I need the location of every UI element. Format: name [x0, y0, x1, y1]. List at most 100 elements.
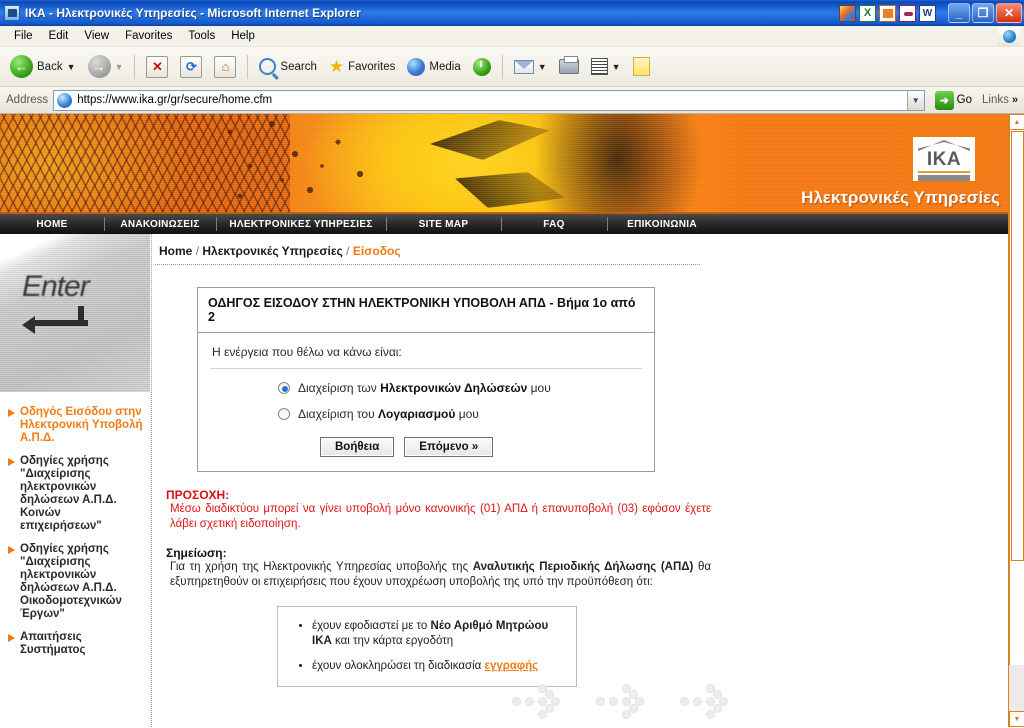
scroll-down-button[interactable]: ▼: [1009, 711, 1024, 727]
next-button[interactable]: Επόμενο »: [404, 437, 494, 457]
scrollbar-track[interactable]: [1009, 130, 1024, 711]
sunflower-petal-shadow-2: [455, 172, 565, 208]
radio-declarations-prefix: Διαχείριση των: [298, 381, 381, 395]
mail-icon: [513, 59, 534, 74]
logo-orange-bar: [918, 171, 970, 174]
office-suite-icon[interactable]: [839, 4, 856, 22]
sidebar-item-guide[interactable]: Οδηγός Εισόδου στην Ηλεκτρονική Υποβολή …: [8, 406, 145, 445]
access-key-icon[interactable]: [899, 4, 916, 22]
address-dropdown-icon[interactable]: ▼: [906, 90, 924, 110]
edit-dropdown-icon[interactable]: ▼: [612, 62, 621, 72]
breadcrumb-home[interactable]: Home: [159, 244, 192, 258]
links-label: Links: [982, 94, 1009, 106]
notes-button[interactable]: [628, 54, 655, 79]
wizard-panel-header: ΟΔΗΓΟΣ ΕΙΣΟΔΟΥ ΣΤΗΝ ΗΛΕΚΤΡΟΝΙΚΗ ΥΠΟΒΟΛΗ …: [198, 288, 654, 333]
page-viewport: IKA Ηλεκτρονικές Υπηρεσίες HOME ΑΝΑΚΟΙΝΩ…: [0, 114, 1008, 727]
refresh-button[interactable]: ⟳: [175, 53, 207, 81]
back-button[interactable]: ← Back ▼: [5, 52, 81, 81]
minimize-button[interactable]: _: [948, 3, 970, 23]
quick-launch-icons: [839, 4, 936, 22]
sidebar-item-instructions-common-label: Οδηγίες χρήσης "Διαχείρισης ηλεκτρονικών…: [20, 455, 117, 532]
scroll-up-button[interactable]: ▲: [1009, 114, 1024, 130]
radio-account-input[interactable]: [278, 408, 290, 420]
scrollbar-lower-track[interactable]: [1009, 665, 1024, 711]
help-button[interactable]: Βοήθεια: [320, 437, 395, 457]
sidebar-item-requirements[interactable]: Απαιτήσεις Συστήματος: [8, 631, 145, 657]
registration-link[interactable]: εγγραφής: [484, 660, 538, 672]
stop-button[interactable]: ✕: [141, 53, 173, 81]
ie-brand-logo: [998, 27, 1020, 46]
attention-title: ΠΡΟΣΟΧΗ:: [166, 488, 230, 502]
search-button[interactable]: Search: [254, 55, 321, 78]
go-button[interactable]: ➜ Go: [930, 90, 977, 111]
radio-declarations-bold: Ηλεκτρονικών Δηλώσεών: [380, 381, 528, 395]
window-title: ΙΚΑ - Ηλεκτρονικές Υπηρεσίες - Microsoft…: [25, 6, 361, 20]
nav-item-eservices[interactable]: ΗΛΕΚΤΡΟΝΙΚΕΣ ΥΠΗΡΕΣΙΕΣ: [216, 214, 386, 234]
banner-subtitle: Ηλεκτρονικές Υπηρεσίες: [801, 188, 1000, 207]
menu-tools[interactable]: Tools: [180, 28, 223, 44]
favorites-button[interactable]: ★ Favorites: [324, 55, 401, 78]
excel-icon[interactable]: [859, 4, 876, 22]
sunflower-dots-texture: [210, 114, 410, 212]
close-button[interactable]: ✕: [996, 3, 1022, 23]
ie-document-icon: [4, 5, 20, 21]
note-title: Σημείωση:: [166, 546, 227, 560]
menu-help[interactable]: Help: [223, 28, 263, 44]
window-title-bar: ΙΚΑ - Ηλεκτρονικές Υπηρεσίες - Microsoft…: [0, 0, 1024, 26]
sidebar-item-guide-label: Οδηγός Εισόδου στην Ηλεκτρονική Υποβολή …: [20, 406, 143, 444]
go-label: Go: [956, 94, 973, 106]
forward-button[interactable]: → ▼: [83, 52, 129, 81]
sidebar-item-instructions-construction[interactable]: Οδηγίες χρήσης "Διαχείρισης ηλεκτρονικών…: [8, 543, 145, 621]
address-label: Address: [6, 94, 49, 106]
media-button[interactable]: Media: [402, 55, 465, 79]
edit-button[interactable]: ▼: [586, 55, 626, 78]
radio-option-account[interactable]: Διαχείριση του Λογαριασμού μου: [278, 407, 642, 421]
refresh-icon: ⟳: [180, 55, 203, 78]
page-area: IKA Ηλεκτρονικές Υπηρεσίες HOME ΑΝΑΚΟΙΝΩ…: [0, 114, 1024, 727]
powerpoint-icon[interactable]: [879, 4, 896, 22]
menu-file[interactable]: File: [6, 28, 41, 44]
home-button[interactable]: ⌂: [209, 53, 241, 81]
wizard-question: Η ενέργεια που θέλω να κάνω είναι:: [210, 343, 642, 369]
nav-item-faq[interactable]: FAQ: [501, 214, 607, 234]
print-button[interactable]: [554, 56, 584, 77]
sidebar-links: Οδηγός Εισόδου στην Ηλεκτρονική Υποβολή …: [0, 392, 151, 657]
back-dropdown-icon[interactable]: ▼: [67, 62, 76, 72]
vertical-scrollbar[interactable]: ▲ ▼: [1008, 114, 1024, 727]
menu-view[interactable]: View: [76, 28, 117, 44]
radio-declarations-input[interactable]: [278, 382, 290, 394]
address-url-text: https://www.ika.gr/gr/secure/home.cfm: [77, 94, 273, 106]
menu-edit[interactable]: Edit: [41, 28, 77, 44]
ika-logo: IKA: [910, 134, 978, 184]
nav-item-announcements[interactable]: ΑΝΑΚΟΙΝΩΣΕΙΣ: [104, 214, 216, 234]
nav-item-home[interactable]: HOME: [0, 214, 104, 234]
radio-option-declarations[interactable]: Διαχείριση των Ηλεκτρονικών Δηλώσεών μου: [278, 381, 642, 395]
note-section: Σημείωση: Για τη χρήση της Ηλεκτρονικής …: [166, 546, 711, 590]
scrollbar-thumb[interactable]: [1011, 131, 1024, 561]
site-banner: IKA Ηλεκτρονικές Υπηρεσίες: [0, 114, 1008, 212]
maximize-button[interactable]: ❐: [972, 3, 994, 23]
menu-favorites[interactable]: Favorites: [117, 28, 180, 44]
nav-item-sitemap[interactable]: SITE MAP: [386, 214, 501, 234]
attention-notice: ΠΡΟΣΟΧΗ: Μέσω διαδικτύου μπορεί να γίνει…: [166, 488, 711, 532]
back-icon: ←: [10, 55, 33, 78]
history-button[interactable]: [468, 55, 496, 79]
wizard-buttons: Βοήθεια Επόμενο »: [320, 437, 642, 457]
breadcrumb-section[interactable]: Ηλεκτρονικές Υπηρεσίες: [202, 244, 342, 258]
dot-group-2: [596, 679, 656, 724]
sidebar-item-requirements-label: Απαιτήσεις Συστήματος: [20, 631, 86, 656]
forward-dropdown-icon[interactable]: ▼: [115, 62, 124, 72]
links-button[interactable]: Links »: [982, 94, 1024, 106]
dot-group-1: [512, 679, 572, 724]
address-input[interactable]: https://www.ika.gr/gr/secure/home.cfm ▼: [53, 89, 925, 111]
sidebar-item-instructions-common[interactable]: Οδηγίες χρήσης "Διαχείρισης ηλεκτρονικών…: [8, 455, 145, 533]
radio-declarations-label: Διαχείριση των Ηλεκτρονικών Δηλώσεών μου: [298, 381, 551, 395]
word-icon[interactable]: [919, 4, 936, 22]
radio-account-label: Διαχείριση του Λογαριασμού μου: [298, 407, 479, 421]
nav-item-contact[interactable]: ΕΠΙΚΟΙΝΩΝΙΑ: [607, 214, 717, 234]
radio-account-suffix: μου: [455, 407, 479, 421]
enter-arrow-icon: [22, 306, 88, 334]
favorites-label: Favorites: [348, 60, 396, 73]
mail-dropdown-icon[interactable]: ▼: [538, 62, 547, 72]
mail-button[interactable]: ▼: [509, 57, 552, 77]
